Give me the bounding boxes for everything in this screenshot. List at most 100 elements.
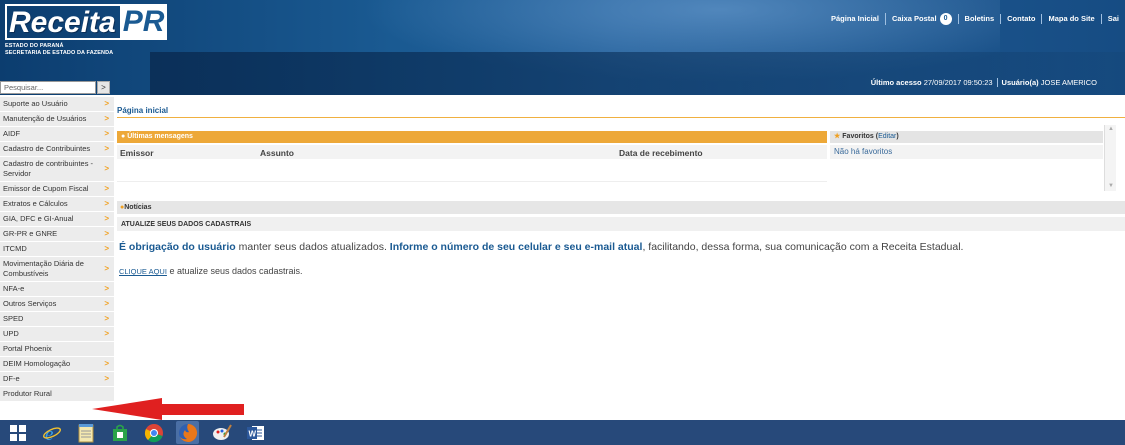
svg-text:e: e (45, 424, 53, 443)
sidebar-item-label: AIDF (3, 129, 21, 138)
sidebar-item-deim[interactable]: DEIM Homologação > (0, 357, 114, 372)
access-info: Último acesso 27/09/2017 09:50:23 Usuári… (867, 78, 1101, 87)
favorites-scrollbar[interactable]: ▲ ▼ (1104, 125, 1116, 191)
chevron-right-icon: > (104, 264, 109, 273)
favorites-title: Favoritos (842, 133, 874, 140)
favorites-panel-header: ★ Favoritos (Editar) (830, 131, 1103, 143)
windows-taskbar: e W (0, 420, 1125, 445)
nav-contact-link[interactable]: Contato (1000, 14, 1041, 24)
news-emphasis-2: Informe o número de seu celular e seu e-… (389, 241, 643, 253)
messages-table-header: Emissor Assunto Data de recebimento (117, 145, 827, 159)
chrome-icon[interactable] (142, 421, 165, 444)
receita-pr-logo[interactable]: Receita PR ESTADO DO PARANÁ SECRETARIA D… (5, 4, 168, 57)
search-button[interactable]: > (97, 81, 110, 94)
scroll-up-icon[interactable]: ▲ (1108, 126, 1114, 132)
sidebar-item-label: Suporte ao Usuário (3, 99, 68, 108)
nav-sitemap-link[interactable]: Mapa do Site (1041, 14, 1100, 24)
sidebar-item-label: Outros Serviços (3, 299, 57, 308)
nav-exit-link[interactable]: Sai (1100, 14, 1125, 24)
messages-table-body (117, 159, 827, 182)
sidebar-item-cadastro-servidor[interactable]: Cadastro de contribuintes - Servidor > (0, 157, 114, 182)
sidebar-item-label: GIA, DFC e GI-Anual (3, 214, 74, 223)
chevron-right-icon: > (104, 214, 109, 223)
logo-secretariat-line: SECRETARIA DE ESTADO DA FAZENDA (5, 50, 114, 56)
notepad-icon[interactable] (74, 421, 97, 444)
sidebar-item-suporte[interactable]: Suporte ao Usuário > (0, 97, 114, 112)
breadcrumb[interactable]: Página inicial (117, 106, 168, 115)
paint-icon[interactable] (210, 421, 233, 444)
chevron-right-icon: > (104, 184, 109, 193)
firefox-icon[interactable] (176, 421, 199, 444)
breadcrumb-divider (117, 117, 1125, 118)
news-body-text: É obrigação do usuário manter seus dados… (119, 241, 963, 253)
click-here-link[interactable]: CLIQUE AQUI (119, 267, 167, 276)
sidebar-item-label: GR-PR e GNRE (3, 229, 58, 238)
logo-pr-text: PR (119, 4, 168, 40)
sidebar-item-label: Movimentação Diária de Combustíveis (3, 259, 84, 278)
nav-home-link[interactable]: Página Inicial (825, 14, 885, 24)
sidebar-item-label: Portal Phoenix (3, 344, 52, 353)
user-label: Usuário(a) (1001, 78, 1039, 87)
sidebar-item-manutencao[interactable]: Manutenção de Usuários > (0, 112, 114, 127)
chevron-right-icon: > (104, 299, 109, 308)
internet-explorer-icon[interactable]: e (40, 421, 63, 444)
sidebar-item-label: Cadastro de contribuintes - Servidor (3, 159, 94, 178)
search-input[interactable]: Pesquisar... (0, 81, 96, 94)
sidebar-item-aidf[interactable]: AIDF > (0, 127, 114, 142)
news-text-1: manter seus dados atualizados. (235, 241, 390, 253)
sidebar-item-df-e[interactable]: DF-e > (0, 372, 114, 387)
sidebar-item-label: Produtor Rural (3, 389, 52, 398)
chevron-right-icon: > (104, 164, 109, 173)
chevron-right-icon: > (104, 114, 109, 123)
sidebar-item-nfa-e[interactable]: NFA-e > (0, 282, 114, 297)
main-content: Página inicial ● Últimas mensagens Emiss… (117, 95, 1125, 420)
sidebar-item-label: Extratos e Cálculos (3, 199, 68, 208)
sidebar-item-gia[interactable]: GIA, DFC e GI-Anual > (0, 212, 114, 227)
sidebar-menu: Suporte ao Usuário > Manutenção de Usuári… (0, 97, 114, 402)
sidebar-item-cadastro-contribuintes[interactable]: Cadastro de Contribuintes > (0, 142, 114, 157)
red-arrow-annotation (92, 398, 244, 420)
current-user: Usuário(a) JOSE AMERICO (996, 78, 1101, 87)
nav-mailbox-link[interactable]: Caixa Postal 0 (884, 13, 958, 25)
chevron-right-icon: > (104, 99, 109, 108)
last-access-value: 27/09/2017 09:50:23 (923, 78, 993, 87)
news-emphasis-1: É obrigação do usuário (119, 241, 236, 253)
scroll-down-icon[interactable]: ▼ (1108, 183, 1114, 189)
news-title: Notícias (124, 204, 152, 211)
logo-receita-text: Receita (5, 4, 120, 40)
sidebar-item-upd[interactable]: UPD > (0, 327, 114, 342)
news-cta-rest: e atualize seus dados cadastrais. (166, 266, 303, 276)
chevron-right-icon: > (104, 329, 109, 338)
nav-mailbox-label: Caixa Postal (891, 13, 937, 23)
store-icon[interactable] (108, 421, 131, 444)
chevron-right-icon: > (104, 229, 109, 238)
sidebar-item-extratos[interactable]: Extratos e Cálculos > (0, 197, 114, 212)
favorites-empty-message: Não há favoritos (830, 145, 1103, 159)
sidebar-item-combustiveis[interactable]: Movimentação Diária de Combustíveis > (0, 257, 114, 282)
sidebar-item-itcmd[interactable]: ITCMD > (0, 242, 114, 257)
word-icon[interactable]: W (244, 421, 267, 444)
sidebar-item-portal-phoenix[interactable]: Portal Phoenix (0, 342, 114, 357)
sidebar-search: Pesquisar... > (0, 80, 114, 95)
sidebar-item-label: NFA-e (3, 284, 25, 293)
favorites-edit-link[interactable]: Editar (878, 133, 896, 140)
windows-start-icon[interactable] (6, 421, 29, 444)
chevron-right-icon: > (104, 244, 109, 253)
logo-state-line: ESTADO DO PARANÁ (5, 43, 64, 49)
sidebar-item-label: Cadastro de Contribuintes (3, 144, 91, 153)
top-navigation: Página Inicial Caixa Postal 0 Boletins Co… (825, 13, 1125, 25)
nav-bulletins-link[interactable]: Boletins (957, 14, 1001, 24)
sidebar-item-label: ITCMD (3, 244, 27, 253)
chevron-right-icon: > (104, 314, 109, 323)
sidebar-item-outros-servicos[interactable]: Outros Serviços > (0, 297, 114, 312)
header-band (150, 52, 1125, 95)
sidebar-item-sped[interactable]: SPED > (0, 312, 114, 327)
star-icon: ★ (834, 133, 841, 140)
svg-text:W: W (248, 429, 256, 438)
col-subject: Assunto (260, 148, 294, 158)
messages-title: Últimas mensagens (127, 133, 193, 140)
sidebar-item-emissor-cupom[interactable]: Emissor de Cupom Fiscal > (0, 182, 114, 197)
news-text-2: , facilitando, dessa forma, sua comunica… (642, 241, 964, 253)
sidebar-item-label: Emissor de Cupom Fiscal (3, 184, 89, 193)
sidebar-item-gr-pr[interactable]: GR-PR e GNRE > (0, 227, 114, 242)
